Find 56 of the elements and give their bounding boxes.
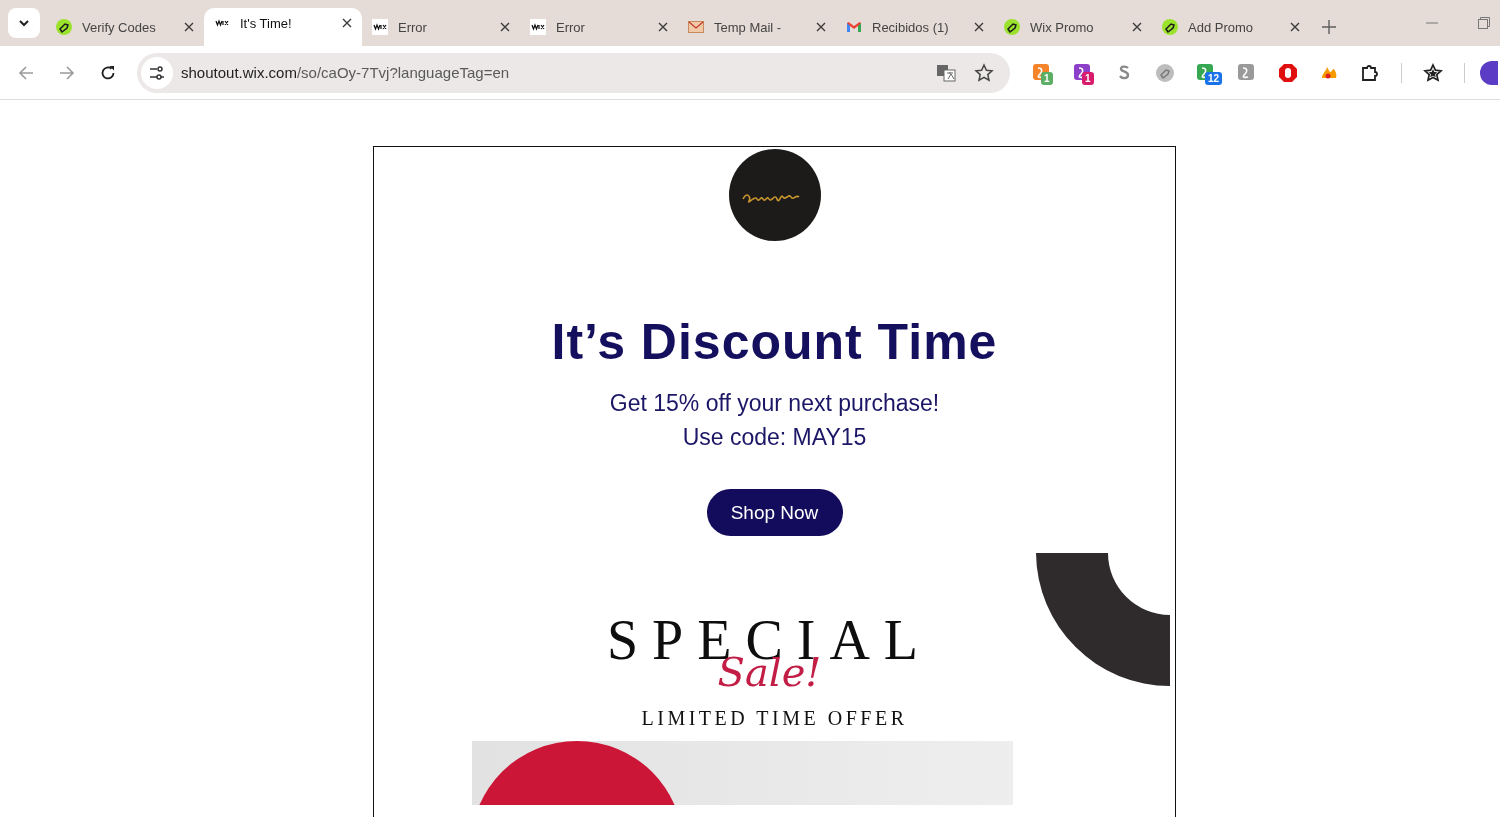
tab-title: Recibidos (1) — [872, 19, 950, 35]
url-text: shoutout.wix.com/so/caOy-7Tvj?languageTag=en — [181, 64, 511, 81]
tab-title: Temp Mail - — [714, 19, 783, 35]
translate-icon[interactable] — [936, 62, 956, 83]
site-icon — [372, 19, 388, 35]
shop-now-button[interactable]: Shop Now — [706, 489, 843, 536]
tab-title: Error — [398, 19, 428, 35]
banner-tagline: LIMITED TIME OFFER — [641, 706, 908, 731]
close-icon[interactable] — [974, 22, 984, 32]
tab-title: It's Time! — [240, 15, 293, 31]
tab-title: Verify Codes — [82, 19, 157, 35]
browser-tab[interactable]: Temp Mail - — [678, 12, 836, 42]
profile-avatar[interactable] — [1480, 60, 1498, 85]
close-icon[interactable] — [816, 22, 826, 32]
close-icon[interactable] — [1290, 22, 1300, 32]
count-badge: 1 — [1041, 71, 1053, 85]
tab-title: Wix Promo — [1030, 19, 1095, 35]
site-settings-icon[interactable] — [141, 56, 173, 89]
site-icon — [530, 19, 546, 35]
close-icon[interactable] — [500, 22, 510, 32]
close-icon[interactable] — [184, 22, 194, 32]
email-heading: It’s Discount Time — [551, 313, 998, 371]
tag-icon — [56, 19, 72, 35]
tab-title: Add Promo — [1188, 19, 1255, 35]
tab-search-button[interactable] — [8, 8, 40, 38]
mail-icon — [846, 19, 862, 35]
promo-text: Get 15% off your next purchase! — [609, 389, 940, 418]
browser-tab[interactable]: Verify Codes — [46, 12, 204, 42]
promo-text: Use code: MAY15 — [682, 423, 867, 452]
browser-tab[interactable]: Recibidos (1) — [836, 12, 994, 42]
extension-icon[interactable] — [1155, 62, 1175, 83]
chevron-down-icon — [18, 17, 30, 29]
extension-icon[interactable] — [1237, 62, 1257, 83]
tag-icon — [1162, 19, 1178, 35]
tab-title: Error — [556, 19, 586, 35]
tag-icon — [1004, 19, 1020, 35]
browser-tab[interactable]: Add Promo — [1152, 12, 1310, 42]
address-bar[interactable]: shoutout.wix.com/so/caOy-7Tvj?languageTag=en — [137, 52, 1010, 93]
bookmarks-star-icon[interactable] — [1423, 62, 1443, 83]
envelope-icon — [688, 19, 704, 35]
star-icon[interactable] — [974, 62, 994, 83]
browser-tab[interactable]: Wix Promo — [994, 12, 1152, 42]
close-icon[interactable] — [658, 22, 668, 32]
close-icon[interactable] — [1132, 22, 1142, 32]
browser-tab[interactable]: Error — [362, 12, 520, 42]
count-badge: 12 — [1205, 71, 1223, 85]
back-icon[interactable] — [18, 64, 34, 81]
new-tab-icon[interactable] — [1322, 20, 1336, 34]
restore-icon[interactable] — [1478, 17, 1490, 29]
browser-tab[interactable]: It's Time! — [204, 8, 362, 46]
close-icon[interactable] — [342, 18, 352, 28]
browser-tab[interactable]: Error — [520, 12, 678, 42]
count-badge: 1 — [1082, 71, 1094, 85]
forward-icon[interactable] — [59, 64, 75, 81]
extensions-puzzle-icon[interactable] — [1360, 62, 1380, 83]
reload-icon[interactable] — [100, 64, 116, 81]
